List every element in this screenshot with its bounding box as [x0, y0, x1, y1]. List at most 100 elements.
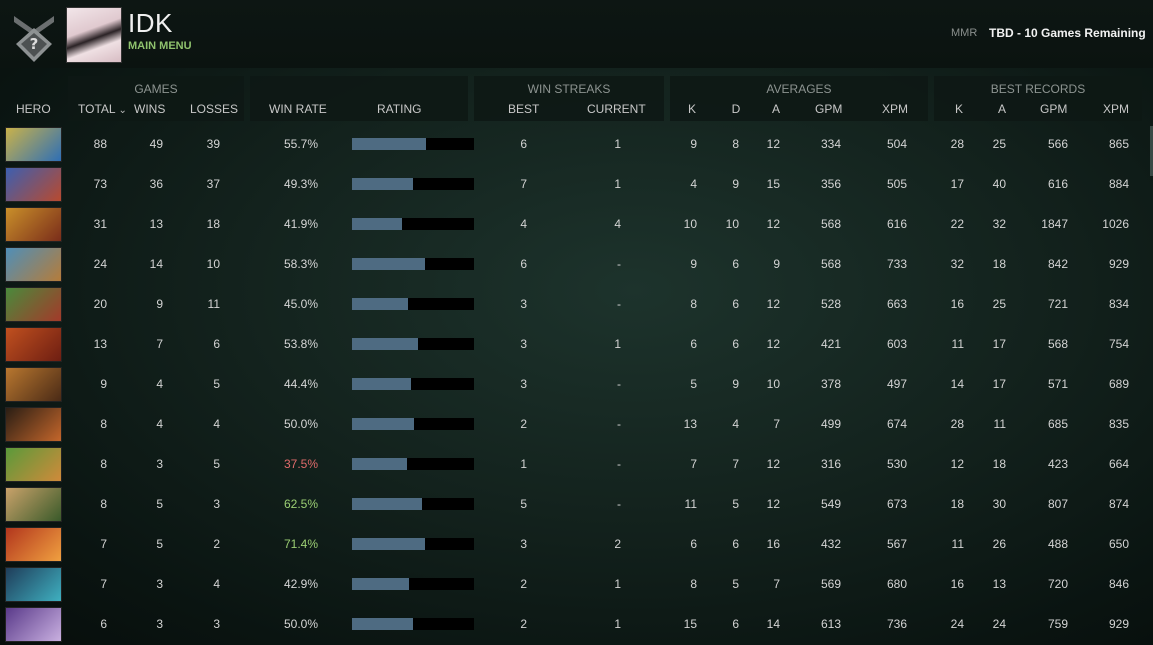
hero-portrait-7-icon[interactable] [5, 367, 62, 402]
rating-bar-fill [352, 538, 425, 550]
col-total[interactable]: TOTAL ⌄ [78, 102, 127, 116]
cell-win-rate: 58.3% [283, 257, 318, 271]
cell-current: 4 [614, 217, 621, 231]
cell-bgpm: 759 [1047, 617, 1068, 631]
cell-xpm: 680 [886, 577, 907, 591]
table-row[interactable]: 88 49 39 55.7% 6 1 9 8 12 334 504 28 25 566 865 [0, 124, 1153, 164]
cell-bxpm: 929 [1108, 257, 1129, 271]
hero-portrait-5-icon[interactable] [5, 287, 62, 322]
cell-losses: 4 [213, 577, 220, 591]
cell-current: - [617, 377, 621, 391]
hero-portrait-6-icon[interactable] [5, 327, 62, 362]
cell-bxpm: 874 [1108, 497, 1129, 511]
cell-xpm: 567 [886, 537, 907, 551]
table-row[interactable]: 13 7 6 53.8% 3 1 6 6 12 421 603 11 17 568 754 [0, 324, 1153, 364]
table-row[interactable]: 7 3 4 42.9% 2 1 8 5 7 569 680 16 13 720 846 [0, 564, 1153, 604]
cell-total: 31 [93, 217, 107, 231]
hero-portrait-11-icon[interactable] [5, 527, 62, 562]
col-best-k[interactable]: K [949, 102, 969, 116]
cell-bk: 18 [950, 497, 964, 511]
table-row[interactable]: 24 14 10 58.3% 6 - 9 6 9 568 733 32 18 842 929 [0, 244, 1153, 284]
table-row[interactable]: 8 3 5 37.5% 1 - 7 7 12 316 530 12 18 423 664 [0, 444, 1153, 484]
cell-a: 14 [766, 617, 780, 631]
cell-bk: 12 [950, 457, 964, 471]
cell-bk: 22 [950, 217, 964, 231]
col-avg-k[interactable]: K [682, 102, 702, 116]
col-hero[interactable]: HERO [16, 102, 51, 116]
cell-ba: 32 [992, 217, 1006, 231]
hero-portrait-1-icon[interactable] [5, 127, 62, 162]
cell-bk: 32 [950, 257, 964, 271]
col-wins[interactable]: WINS [134, 102, 165, 116]
hero-portrait-10-icon[interactable] [5, 487, 62, 522]
cell-bgpm: 842 [1047, 257, 1068, 271]
col-avg-a[interactable]: A [766, 102, 786, 116]
cell-k: 13 [683, 417, 697, 431]
col-streak-best[interactable]: BEST [508, 102, 539, 116]
col-avg-xpm[interactable]: XPM [882, 102, 908, 116]
cell-bxpm: 664 [1108, 457, 1129, 471]
table-row[interactable]: 8 5 3 62.5% 5 - 11 5 12 549 673 18 30 807 874 [0, 484, 1153, 524]
col-rating[interactable]: RATING [377, 102, 421, 116]
avatar[interactable] [66, 7, 122, 63]
col-losses[interactable]: LOSSES [190, 102, 238, 116]
cell-current: 1 [614, 137, 621, 151]
table-row[interactable]: 6 3 3 50.0% 2 1 15 6 14 613 736 24 24 759 929 [0, 604, 1153, 644]
cell-bgpm: 807 [1047, 497, 1068, 511]
cell-wins: 7 [156, 337, 163, 351]
cell-k: 8 [690, 577, 697, 591]
rating-bar-fill [352, 138, 426, 150]
col-avg-d[interactable]: D [726, 102, 746, 116]
uncalibrated-rank-icon: ? [14, 16, 54, 62]
best-records-group-label: BEST RECORDS [990, 82, 1086, 96]
table-row[interactable]: 20 9 11 45.0% 3 - 8 6 12 528 663 16 25 721 834 [0, 284, 1153, 324]
cell-wins: 49 [149, 137, 163, 151]
cell-wins: 3 [156, 617, 163, 631]
cell-total: 8 [100, 417, 107, 431]
hero-portrait-8-icon[interactable] [5, 407, 62, 442]
col-best-gpm[interactable]: GPM [1040, 102, 1067, 116]
hero-portrait-13-icon[interactable] [5, 607, 62, 642]
cell-wins: 4 [156, 377, 163, 391]
cell-xpm: 674 [886, 417, 907, 431]
col-total-label: TOTAL [78, 102, 116, 116]
cell-bk: 17 [950, 177, 964, 191]
cell-bgpm: 571 [1047, 377, 1068, 391]
hero-portrait-2-icon[interactable] [5, 167, 62, 202]
cell-losses: 18 [206, 217, 220, 231]
cell-bxpm: 1026 [1102, 217, 1129, 231]
table-row[interactable]: 8 4 4 50.0% 2 - 13 4 7 499 674 28 11 685 835 [0, 404, 1153, 444]
col-best-a[interactable]: A [992, 102, 1012, 116]
cell-k: 5 [690, 377, 697, 391]
table-row[interactable]: 31 13 18 41.9% 4 4 10 10 12 568 616 22 32 1847 1026 [0, 204, 1153, 244]
col-streak-current[interactable]: CURRENT [587, 102, 646, 116]
cell-gpm: 356 [820, 177, 841, 191]
hero-portrait-4-icon[interactable] [5, 247, 62, 282]
cell-losses: 3 [213, 497, 220, 511]
table-row[interactable]: 73 36 37 49.3% 7 1 4 9 15 356 505 17 40 616 884 [0, 164, 1153, 204]
hero-portrait-12-icon[interactable] [5, 567, 62, 602]
cell-a: 12 [766, 497, 780, 511]
cell-bgpm: 616 [1047, 177, 1068, 191]
col-avg-gpm[interactable]: GPM [815, 102, 842, 116]
rating-bar [352, 138, 474, 150]
cell-total: 7 [100, 577, 107, 591]
hero-portrait-9-icon[interactable] [5, 447, 62, 482]
cell-bk: 24 [950, 617, 964, 631]
cell-d: 5 [732, 577, 739, 591]
scrollbar[interactable] [1148, 124, 1153, 645]
rating-bar [352, 258, 474, 270]
hero-portrait-3-icon[interactable] [5, 207, 62, 242]
col-win-rate[interactable]: WIN RATE [269, 102, 327, 116]
cell-ba: 17 [992, 377, 1006, 391]
main-menu-link[interactable]: MAIN MENU [128, 40, 192, 52]
cell-xpm: 673 [886, 497, 907, 511]
cell-wins: 36 [149, 177, 163, 191]
cell-bgpm: 568 [1047, 337, 1068, 351]
table-row[interactable]: 9 4 5 44.4% 3 - 5 9 10 378 497 14 17 571 689 [0, 364, 1153, 404]
col-best-xpm[interactable]: XPM [1103, 102, 1129, 116]
table-row[interactable]: 7 5 2 71.4% 3 2 6 6 16 432 567 11 26 488 650 [0, 524, 1153, 564]
cell-ba: 17 [992, 337, 1006, 351]
cell-ba: 25 [992, 297, 1006, 311]
cell-k: 7 [690, 457, 697, 471]
